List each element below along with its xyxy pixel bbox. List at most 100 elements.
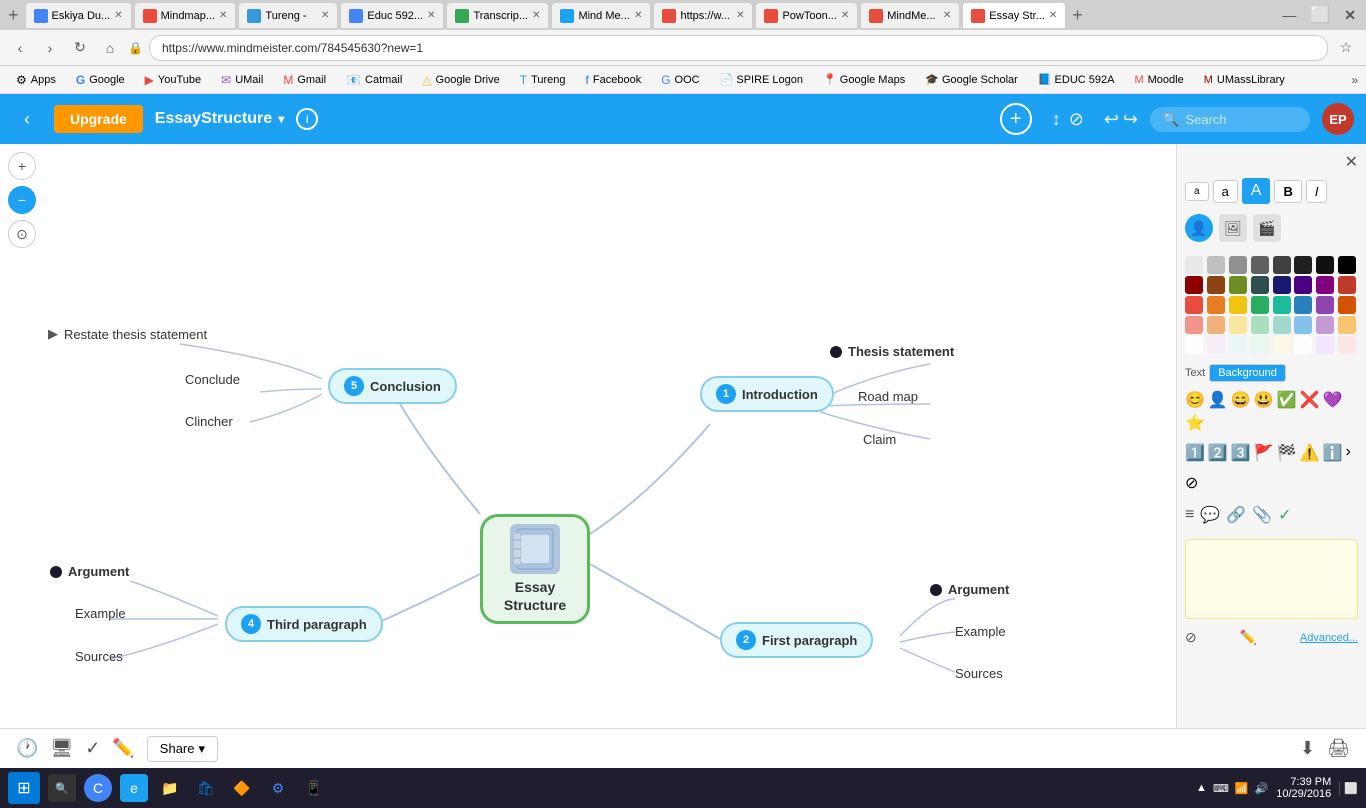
share-button[interactable]: Share ▾ [147, 736, 218, 762]
sources-right-node[interactable]: Sources [937, 666, 1003, 681]
color-swatch[interactable] [1207, 316, 1225, 334]
note-bubble-icon[interactable]: 💬 [1200, 505, 1220, 525]
color-swatch[interactable] [1338, 256, 1356, 274]
font-medium-btn[interactable]: a [1213, 180, 1238, 203]
ban-tool[interactable]: ⊘ [1069, 109, 1084, 130]
color-swatch[interactable] [1229, 336, 1247, 354]
person-icon[interactable]: 👤 [1185, 214, 1213, 242]
color-swatch[interactable] [1294, 336, 1312, 354]
tab-mindme2[interactable]: MindMe... ✕ [860, 2, 960, 28]
print-icon[interactable]: 🖨 [1327, 738, 1350, 759]
tray-keyboard[interactable]: ⌨ [1213, 782, 1229, 795]
color-swatch[interactable] [1229, 316, 1247, 334]
tab-transcript[interactable]: Transcrip... ✕ [446, 2, 549, 28]
pen-icon[interactable]: ✏️ [112, 738, 134, 759]
video-icon[interactable]: 🎬 [1253, 214, 1281, 242]
bookmark-gmail[interactable]: M Gmail [275, 69, 334, 91]
taskbar-app6[interactable]: ⚙ [264, 774, 292, 802]
address-input[interactable] [149, 35, 1328, 61]
color-swatch[interactable] [1294, 276, 1312, 294]
tab-mindme1[interactable]: Mind Me... ✕ [551, 2, 651, 28]
color-swatch[interactable] [1338, 336, 1356, 354]
taskbar-explorer[interactable]: 📁 [156, 774, 184, 802]
nav-home[interactable]: ⌂ [98, 36, 122, 60]
color-swatch[interactable] [1185, 316, 1203, 334]
conclusion-node[interactable]: 5 Conclusion [328, 368, 457, 404]
tasks-icon[interactable]: ✓ [85, 738, 100, 759]
redo-button[interactable]: ↪ [1123, 109, 1138, 130]
tab-essay[interactable]: Essay Str... ✕ [962, 2, 1066, 28]
font-small-btn[interactable]: a [1185, 182, 1209, 201]
tab-close[interactable]: ✕ [1049, 10, 1057, 21]
tab-close[interactable]: ✕ [532, 10, 540, 21]
tab-close[interactable]: ✕ [427, 10, 435, 21]
emoji-greenflag[interactable]: 🏁 [1277, 443, 1297, 463]
tab-educ[interactable]: Educ 592... ✕ [340, 2, 444, 28]
emoji-1[interactable]: 1️⃣ [1185, 443, 1205, 463]
bold-btn[interactable]: B [1274, 180, 1301, 203]
mindmap-canvas[interactable]: + − ⊙ [0, 144, 1176, 728]
emoji-smile[interactable]: 😊 [1185, 390, 1205, 410]
bookmark-maps[interactable]: 📍 Google Maps [815, 69, 913, 91]
color-swatch[interactable] [1185, 256, 1203, 274]
color-swatch[interactable] [1338, 296, 1356, 314]
emoji-star[interactable]: ⭐ [1185, 413, 1205, 433]
color-swatch[interactable] [1251, 276, 1269, 294]
emoji-circle[interactable]: ⊘ [1185, 473, 1198, 493]
color-swatch[interactable] [1185, 276, 1203, 294]
bookmark-ooc[interactable]: G OOC [653, 69, 707, 91]
thesis-node[interactable]: Thesis statement [830, 344, 954, 359]
window-close[interactable]: ✕ [1338, 7, 1362, 24]
emoji-2[interactable]: 2️⃣ [1208, 443, 1228, 463]
color-swatch[interactable] [1207, 296, 1225, 314]
tab-close[interactable]: ✕ [943, 10, 951, 21]
clincher-node[interactable]: Clincher [185, 414, 233, 429]
argument-left-node[interactable]: Argument [50, 564, 129, 579]
bookmark-moodle[interactable]: M Moodle [1126, 69, 1191, 91]
bookmark-umasslibrary[interactable]: M UMassLibrary [1196, 69, 1293, 91]
bookmark-star[interactable]: ☆ [1334, 36, 1358, 60]
image-icon[interactable]: 🖼 [1219, 214, 1247, 242]
user-avatar[interactable]: EP [1322, 103, 1354, 135]
color-swatch[interactable] [1185, 296, 1203, 314]
nav-refresh[interactable]: ↻ [68, 36, 92, 60]
emoji-flag[interactable]: 🚩 [1254, 443, 1274, 463]
emoji-3[interactable]: 3️⃣ [1231, 443, 1251, 463]
sources-left-node[interactable]: Sources [75, 649, 123, 664]
center-map-button[interactable]: ⊙ [8, 220, 36, 248]
background-toggle-btn[interactable]: Background [1209, 364, 1286, 382]
color-swatch[interactable] [1251, 296, 1269, 314]
emoji-check[interactable]: ✅ [1277, 390, 1297, 410]
bookmark-gdrive[interactable]: △ Google Drive [414, 69, 507, 91]
note-edit-icon[interactable]: ✏️ [1240, 629, 1257, 646]
present-icon[interactable]: 🖥 [50, 738, 73, 759]
tab-close[interactable]: ✕ [841, 10, 849, 21]
tab-close[interactable]: ✕ [321, 10, 329, 21]
color-swatch[interactable] [1207, 336, 1225, 354]
emoji-more[interactable]: › [1345, 443, 1350, 463]
search-box[interactable]: 🔍 [1150, 107, 1310, 132]
color-swatch[interactable] [1273, 316, 1291, 334]
bookmark-apps[interactable]: ⚙ Apps [8, 69, 64, 91]
first-paragraph-node[interactable]: 2 First paragraph [720, 622, 873, 658]
search-input[interactable] [1185, 112, 1295, 127]
taskbar-app5[interactable]: 🔶 [228, 774, 256, 802]
nav-back[interactable]: ‹ [8, 36, 32, 60]
zoom-out-button[interactable]: − [8, 186, 36, 214]
tab-mindmap[interactable]: Mindmap... ✕ [134, 2, 237, 28]
tab-close[interactable]: ✕ [219, 10, 227, 21]
info-button[interactable]: i [296, 108, 318, 130]
bookmark-youtube[interactable]: ▶ YouTube [137, 69, 209, 91]
color-swatch[interactable] [1338, 316, 1356, 334]
color-swatch[interactable] [1294, 256, 1312, 274]
tab-close[interactable]: ✕ [736, 10, 744, 21]
emoji-heart[interactable]: 💜 [1323, 390, 1343, 410]
color-swatch[interactable] [1316, 316, 1334, 334]
note-clip-icon[interactable]: 📎 [1252, 505, 1272, 525]
bookmark-spire[interactable]: 📄 SPIRE Logon [712, 69, 811, 91]
claim-node[interactable]: Claim [845, 432, 896, 447]
emoji-warning[interactable]: ⚠️ [1300, 443, 1320, 463]
bookmark-tureng[interactable]: T Tureng [512, 69, 574, 91]
note-link-icon[interactable]: 🔗 [1226, 505, 1246, 525]
color-swatch[interactable] [1273, 336, 1291, 354]
